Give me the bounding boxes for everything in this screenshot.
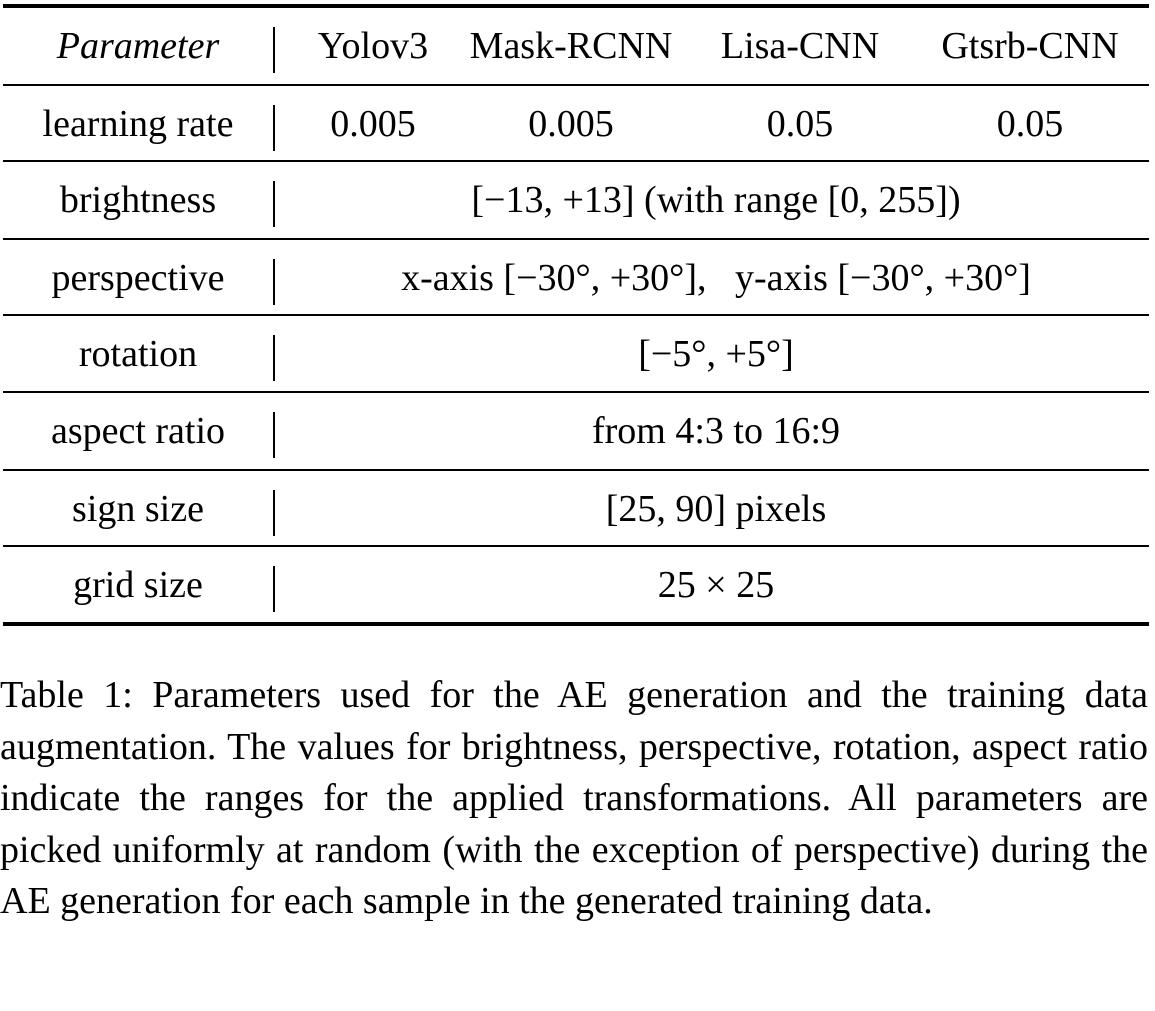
row-label: grid size [73,564,203,606]
table-row-learning-rate: learning rate 0.005 0.005 0.05 0.05 [3,86,1149,162]
table-row-aspect-ratio: aspect ratio from 4:3 to 16:9 [3,393,1149,469]
value-gtsrb-cnn: 0.05 [996,103,1064,145]
row-value: from 4:3 to 16:9 [591,410,841,452]
table-row-grid-size: grid size 25 × 25 [3,547,1149,623]
column-separator [273,490,275,536]
column-separator [273,27,275,73]
row-label: sign size [72,488,204,530]
column-separator [273,335,275,381]
column-separator [273,259,275,305]
header-yolov3: Yolov3 [317,25,429,67]
row-label: perspective [51,257,225,299]
table-row-rotation: rotation [−5°, +5°] [3,316,1149,392]
table-row-perspective: perspective x-axis [−30°, +30°], y-axis … [3,240,1149,316]
row-value: [25, 90] pixels [605,488,827,530]
header-lisa-cnn: Lisa-CNN [720,25,880,67]
row-value: [−5°, +5°] [638,333,794,375]
value-lisa-cnn: 0.05 [766,103,834,145]
column-separator [273,105,275,151]
bottom-rule [3,622,1149,626]
row-label: rotation [78,333,198,375]
table-header-row: Parameter Yolov3 Mask-RCNN Lisa-CNN Gtsr… [3,8,1149,84]
row-label: aspect ratio [50,410,226,452]
table-row-sign-size: sign size [25, 90] pixels [3,471,1149,547]
row-value: [−13, +13] (with range [0, 255]) [471,179,961,221]
row-value: 25 × 25 [657,564,775,606]
header-parameter: Parameter [56,25,220,67]
column-separator [273,566,275,612]
row-label: learning rate [42,103,234,145]
row-value: x-axis [−30°, +30°], y-axis [−30°, +30°] [401,257,1031,299]
value-yolov3: 0.005 [330,103,416,145]
table-row-brightness: brightness [−13, +13] (with range [0, 25… [3,162,1149,238]
header-gtsrb-cnn: Gtsrb-CNN [941,25,1119,67]
row-label: brightness [59,179,217,221]
header-mask-rcnn: Mask-RCNN [469,25,673,67]
table-caption: Table 1: Parameters used for the AE gene… [0,674,1148,922]
value-mask-rcnn: 0.005 [528,103,614,145]
column-separator [273,412,275,458]
column-separator [273,181,275,227]
